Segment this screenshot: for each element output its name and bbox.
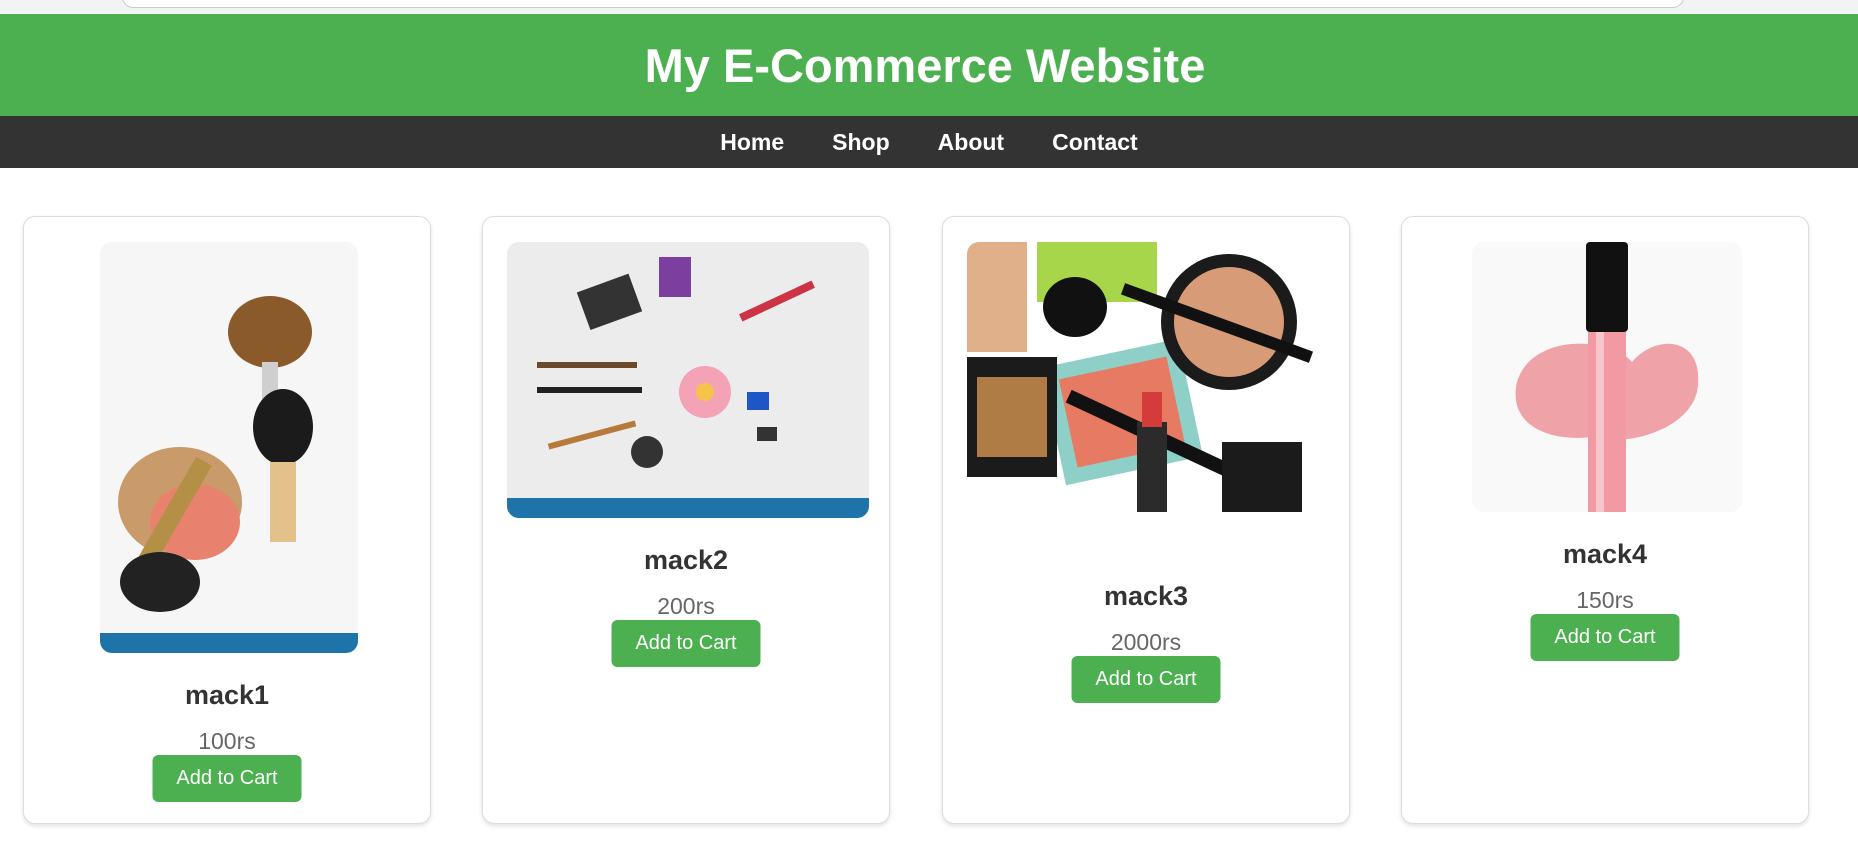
browser-chrome-strip	[0, 0, 1858, 14]
product-price: 2000rs	[1110, 629, 1182, 655]
site-title: My E-Commerce Website	[644, 38, 1206, 92]
product-name: mack1	[184, 680, 270, 710]
product-card-mack3: mack3 2000rs Add to Cart	[942, 216, 1350, 824]
add-to-cart-button[interactable]: Add to Cart	[1530, 614, 1680, 661]
nav-contact-link[interactable]: Contact	[1052, 129, 1138, 156]
nav-home-link[interactable]: Home	[720, 129, 784, 156]
add-to-cart-button[interactable]: Add to Cart	[1071, 656, 1221, 703]
add-to-cart-button[interactable]: Add to Cart	[611, 620, 761, 667]
product-price: 200rs	[657, 593, 715, 619]
product-name: mack3	[1103, 581, 1189, 611]
product-image-mack1	[100, 242, 358, 653]
nav-shop-link[interactable]: Shop	[832, 129, 890, 156]
product-price: 100rs	[198, 728, 256, 754]
product-image-mack2	[507, 242, 869, 518]
product-card-mack1: mack1 100rs Add to Cart	[23, 216, 431, 824]
product-image-mack3	[967, 242, 1329, 554]
add-to-cart-button[interactable]: Add to Cart	[152, 755, 302, 802]
nav-about-link[interactable]: About	[938, 129, 1004, 156]
product-name: mack4	[1562, 539, 1648, 569]
main-nav: Home Shop About Contact	[0, 116, 1858, 168]
product-card-mack4: mack4 150rs Add to Cart	[1401, 216, 1809, 824]
product-image-mack4	[1472, 242, 1742, 512]
product-name: mack2	[643, 545, 729, 575]
product-card-mack2: mack2 200rs Add to Cart	[482, 216, 890, 824]
address-bar[interactable]	[122, 0, 1684, 8]
product-price: 150rs	[1576, 587, 1634, 613]
site-header: My E-Commerce Website	[0, 14, 1858, 116]
